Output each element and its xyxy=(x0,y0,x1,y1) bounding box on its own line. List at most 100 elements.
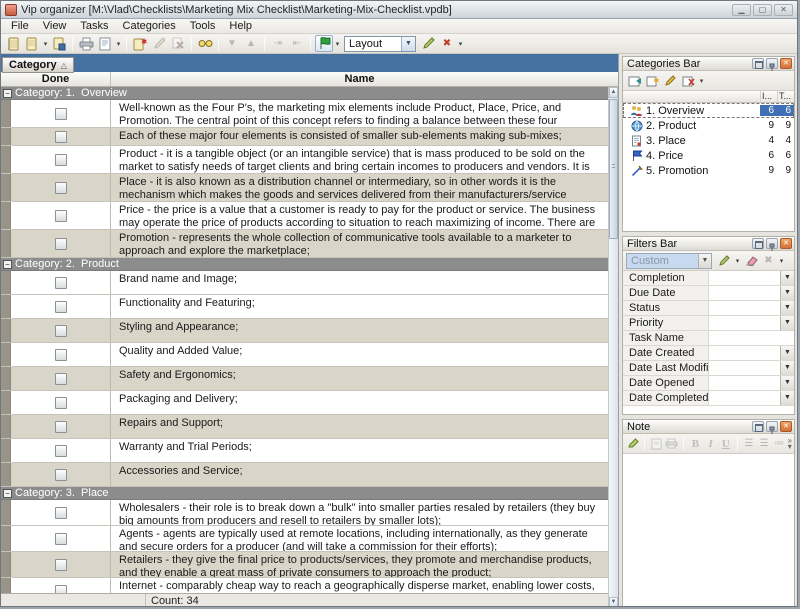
menu-file[interactable]: File xyxy=(4,19,36,33)
filter-dropdown-icon[interactable]: ▼ xyxy=(780,361,794,375)
filter-dropdown-icon[interactable]: ▼ xyxy=(780,286,794,300)
vertical-scrollbar[interactable]: ▲ ▼ xyxy=(608,87,618,607)
bold-icon[interactable]: B xyxy=(688,436,702,452)
filter-dropdown-icon[interactable]: ▼ xyxy=(780,376,794,390)
done-checkbox[interactable] xyxy=(55,325,67,337)
filter-row[interactable]: Task Name xyxy=(623,331,794,346)
open-dropdown-icon[interactable]: ▾ xyxy=(42,40,49,48)
filter-row[interactable]: Date Created▼ xyxy=(623,346,794,361)
filter-value-field[interactable] xyxy=(709,376,780,390)
scrollbar-thumb[interactable] xyxy=(609,99,618,239)
task-row[interactable]: Product - it is a tangible object (or an… xyxy=(1,146,611,174)
note-edit-icon[interactable] xyxy=(626,436,640,452)
filters-pin-icon[interactable] xyxy=(766,238,778,249)
edit-task-icon[interactable] xyxy=(150,35,168,52)
move-down-icon[interactable]: ▼ xyxy=(223,35,241,52)
underline-icon[interactable]: U xyxy=(719,436,733,452)
done-checkbox[interactable] xyxy=(55,585,67,594)
new-subcategory-icon[interactable] xyxy=(644,73,661,89)
close-button[interactable]: ✕ xyxy=(774,4,793,16)
task-row[interactable]: Accessories and Service; xyxy=(1,463,611,487)
filter-dropdown-icon[interactable]: ▼ xyxy=(780,346,794,360)
outdent-icon[interactable]: ⇤ xyxy=(288,35,306,52)
collapse-icon[interactable]: − xyxy=(3,89,12,98)
layout-combobox[interactable]: Layout ▼ xyxy=(344,36,416,52)
filter-dropdown-icon[interactable]: ▼ xyxy=(780,271,794,285)
align-center-icon[interactable]: ☰ xyxy=(757,436,771,452)
task-row[interactable]: Functionality and Featuring; xyxy=(1,295,611,319)
clear-filter-icon[interactable] xyxy=(742,253,759,269)
scroll-up-icon[interactable]: ▲ xyxy=(609,87,618,98)
edit-category-icon[interactable] xyxy=(662,73,679,89)
tree-column-1[interactable]: I... xyxy=(760,91,777,102)
filters-restore-icon[interactable] xyxy=(752,238,764,249)
done-checkbox[interactable] xyxy=(55,154,67,166)
filter-row[interactable]: Status▼ xyxy=(623,301,794,316)
minimize-button[interactable]: ▁ xyxy=(732,4,751,16)
menu-view[interactable]: View xyxy=(36,19,74,33)
apply-filter-dropdown-icon[interactable]: ▾ xyxy=(734,257,741,265)
done-checkbox[interactable] xyxy=(55,108,67,120)
group-header-row[interactable]: −Category: 3. Place xyxy=(1,487,611,500)
flag-dropdown-icon[interactable]: ▾ xyxy=(334,40,341,48)
done-checkbox[interactable] xyxy=(55,469,67,481)
done-checkbox[interactable] xyxy=(55,182,67,194)
task-row[interactable]: Styling and Appearance; xyxy=(1,319,611,343)
note-content[interactable] xyxy=(623,454,794,606)
layout-combobox-dropdown-icon[interactable]: ▼ xyxy=(401,37,415,51)
done-checkbox[interactable] xyxy=(55,210,67,222)
done-checkbox[interactable] xyxy=(55,301,67,313)
column-header-done[interactable]: Done xyxy=(1,72,111,86)
new-database-icon[interactable] xyxy=(4,35,22,52)
done-checkbox[interactable] xyxy=(55,445,67,457)
tree-column-2[interactable]: T... xyxy=(777,91,794,102)
task-row[interactable]: Quality and Added Value; xyxy=(1,343,611,367)
delete-layout-icon[interactable]: ✖ xyxy=(438,35,456,52)
note-toolbar-overflow-icon[interactable]: »▾ xyxy=(788,438,792,450)
done-checkbox[interactable] xyxy=(55,559,67,571)
new-task-icon[interactable] xyxy=(131,35,149,52)
title-bar[interactable]: Vip organizer [M:\Vlad\Checklists\Market… xyxy=(1,1,797,19)
categories-pin-icon[interactable] xyxy=(766,58,778,69)
category-item[interactable]: 1. Overview66 xyxy=(623,103,794,118)
done-checkbox[interactable] xyxy=(55,397,67,409)
task-row[interactable]: Internet - comparably cheap way to reach… xyxy=(1,578,611,593)
task-row[interactable]: Safety and Ergonomics; xyxy=(1,367,611,391)
move-up-icon[interactable]: ▲ xyxy=(242,35,260,52)
categories-close-icon[interactable]: ✕ xyxy=(780,58,792,69)
done-checkbox[interactable] xyxy=(55,533,67,545)
save-database-icon[interactable] xyxy=(50,35,68,52)
filter-value-field[interactable] xyxy=(709,271,780,285)
print-dropdown-icon[interactable]: ▾ xyxy=(115,40,122,48)
task-row[interactable]: Each of these major four elements is con… xyxy=(1,128,611,146)
task-row[interactable]: Packaging and Delivery; xyxy=(1,391,611,415)
task-row[interactable]: Well-known as the Four P's, the marketin… xyxy=(1,100,611,128)
group-header-row[interactable]: −Category: 2. Product xyxy=(1,258,611,271)
note-restore-icon[interactable] xyxy=(752,421,764,432)
filter-row[interactable]: Date Opened▼ xyxy=(623,376,794,391)
filter-value-field[interactable] xyxy=(709,286,780,300)
task-row[interactable]: Warranty and Trial Periods; xyxy=(1,439,611,463)
print-icon[interactable] xyxy=(77,35,95,52)
flag-icon[interactable] xyxy=(315,35,333,52)
done-checkbox[interactable] xyxy=(55,373,67,385)
filter-row[interactable]: Date Last Modified▼ xyxy=(623,361,794,376)
new-category-icon[interactable] xyxy=(626,73,643,89)
categories-toolbar-dropdown-icon[interactable]: ▾ xyxy=(698,77,705,85)
done-checkbox[interactable] xyxy=(55,131,67,143)
category-item[interactable]: 4. Price66 xyxy=(623,148,794,163)
task-row[interactable]: Agents - agents are typically used at re… xyxy=(1,526,611,552)
open-database-icon[interactable] xyxy=(23,35,41,52)
column-header-name[interactable]: Name xyxy=(111,72,608,86)
filter-row[interactable]: Date Completed▼ xyxy=(623,391,794,406)
italic-icon[interactable]: I xyxy=(704,436,718,452)
group-header-row[interactable]: −Category: 1. Overview xyxy=(1,87,611,100)
task-row[interactable]: Wholesalers - their role is to break dow… xyxy=(1,500,611,526)
filter-preset-combobox[interactable]: Custom ▼ xyxy=(626,253,712,269)
view-glasses-icon[interactable] xyxy=(196,35,214,52)
done-checkbox[interactable] xyxy=(55,349,67,361)
align-left-icon[interactable]: ☰ xyxy=(742,436,756,452)
done-checkbox[interactable] xyxy=(55,238,67,250)
task-row[interactable]: Promotion - represents the whole collect… xyxy=(1,230,611,258)
customize-layout-icon[interactable] xyxy=(419,35,437,52)
